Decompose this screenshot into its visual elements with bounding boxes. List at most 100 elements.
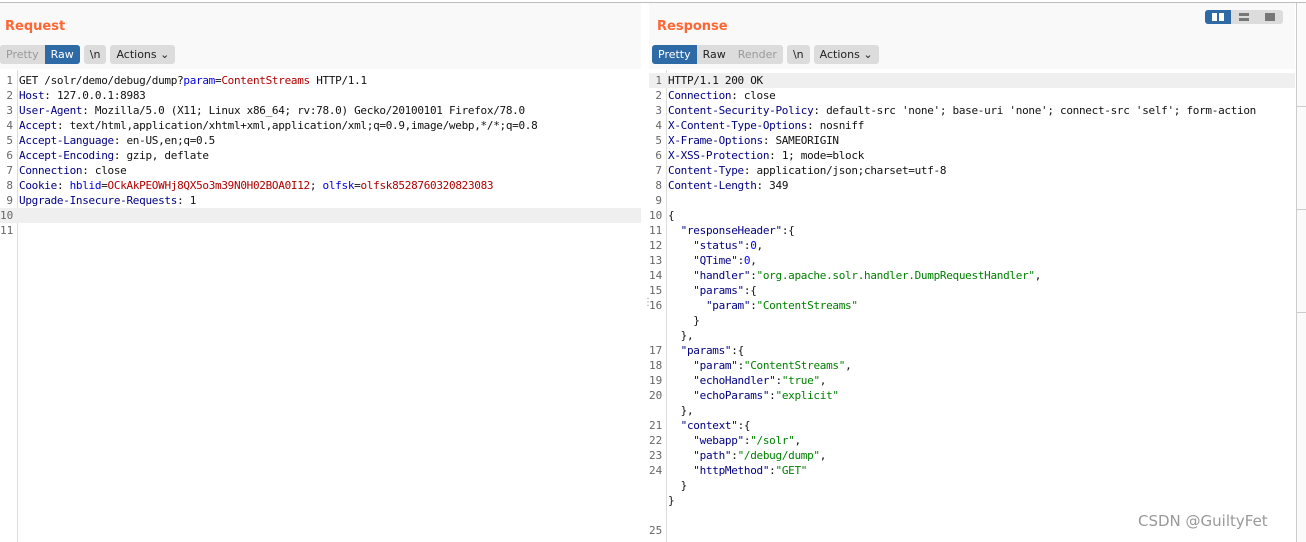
line-number: 23 [649, 449, 663, 462]
token-text: :{ [731, 344, 744, 357]
actions-button[interactable]: Actions ⌄ [110, 45, 176, 64]
token-text: } [668, 314, 700, 327]
token-key: "params" [680, 344, 732, 357]
code-line: 10 { [649, 208, 1295, 223]
token-text: : close [731, 89, 776, 102]
code-line: 6 Accept-Encoding: gzip, deflate [0, 148, 641, 163]
code-line: 5 X-Frame-Options: SAMEORIGIN [649, 133, 1295, 148]
token-pn: param [183, 74, 216, 87]
token-key: "context" [680, 419, 738, 432]
token-text: , [756, 239, 764, 252]
tab-raw[interactable]: Raw [696, 45, 732, 64]
line-content: } [668, 478, 688, 493]
token-key: User-Agent [19, 104, 83, 117]
chevron-down-icon: ⌄ [160, 48, 170, 61]
response-header: Response Pretty Raw Render \n Actions ⌄ [649, 3, 1295, 69]
chevron-down-icon: ⌄ [863, 48, 873, 61]
code-line: } [649, 493, 1295, 508]
actions-label: Actions [116, 48, 157, 61]
line-content: "echoParams":"explicit" [668, 388, 839, 403]
token-key: X-XSS-Protection [668, 149, 770, 162]
token-key: Cookie [19, 179, 57, 192]
token-text: } [668, 494, 675, 507]
token-text: :{ [781, 224, 795, 237]
code-line: 3 User-Agent: Mozilla/5.0 (X11; Linux x86… [0, 103, 641, 118]
side-by-side-icon[interactable] [1205, 10, 1231, 24]
line-content: "webapp":"/solr", [668, 433, 801, 448]
token-key: "webapp" [693, 434, 744, 447]
token-key: Content-Length [668, 179, 757, 192]
token-text: }, [668, 329, 694, 342]
token-text: , [819, 449, 827, 462]
line-number: 5 [6, 134, 13, 147]
line-number: 25 [649, 524, 663, 537]
code-line: 17 "params":{ [649, 343, 1295, 358]
token-text: : 127.0.0.1:8983 [44, 89, 146, 102]
line-content: "httpMethod":"GET" [668, 463, 807, 478]
single-icon[interactable] [1257, 10, 1283, 24]
token-key: "param" [693, 359, 738, 372]
line-content: "params":{ [668, 283, 757, 298]
line-content: Accept-Encoding: gzip, deflate [19, 148, 209, 163]
right-scrollbar[interactable] [1296, 3, 1306, 542]
line-number: 17 [649, 344, 663, 357]
line-number: 12 [649, 239, 663, 252]
token-text: : application/json;charset=utf-8 [743, 164, 947, 177]
code-line: 1 GET /solr/demo/debug/dump?param=Content… [0, 73, 641, 88]
token-text: :{ [737, 419, 751, 432]
token-key: X-Content-Type-Options [668, 119, 808, 132]
line-content: Accept-Language: en-US,en;q=0.5 [19, 133, 215, 148]
token-text: , [819, 374, 827, 387]
token-str: "ContentStreams" [743, 359, 846, 372]
scroll-marker [1297, 312, 1306, 313]
tab-pretty[interactable]: Pretty [0, 45, 45, 64]
line-content: X-Content-Type-Options: nosniff [668, 118, 864, 133]
code-line: 8 Content-Length: 349 [649, 178, 1295, 193]
token-text: , [1034, 269, 1042, 282]
token-key: Accept [19, 119, 57, 132]
tab-raw[interactable]: Raw [44, 45, 80, 64]
stacked-icon[interactable] [1231, 10, 1257, 24]
request-title: Request [5, 19, 66, 34]
line-number: 9 [655, 194, 662, 207]
token-key: Connection [19, 164, 83, 177]
token-text: , [750, 254, 757, 267]
line-number: 7 [6, 164, 13, 177]
line-content: Accept: text/html,application/xhtml+xml,… [19, 118, 538, 133]
newline-toggle-button[interactable]: \n [83, 45, 107, 64]
line-number: 24 [649, 464, 663, 477]
line-number: 2 [655, 89, 662, 102]
newline-toggle-button[interactable]: \n [786, 45, 810, 64]
token-text: : 349 [756, 179, 789, 192]
tab-pretty[interactable]: Pretty [652, 45, 697, 64]
token-key: "responseHeader" [680, 224, 782, 237]
line-content: "param":"ContentStreams", [668, 358, 851, 373]
line-number: 4 [655, 119, 662, 132]
response-editor[interactable]: 1 HTTP/1.1 200 OK 2 Connection: close 3 Conte… [649, 70, 1295, 542]
request-editor[interactable]: 1 GET /solr/demo/debug/dump?param=Content… [0, 70, 641, 542]
line-content: { [668, 208, 675, 223]
code-line: 13 "QTime":0, [649, 253, 1295, 268]
tab-render[interactable]: Render [731, 45, 783, 64]
line-number: 10 [649, 209, 663, 222]
token-key: Content-Security-Policy [668, 104, 814, 117]
line-content: Content-Length: 349 [668, 178, 788, 193]
token-pv: olfsk8528760320823083 [360, 179, 494, 192]
code-line: 21 "context":{ [649, 418, 1295, 433]
line-number: 1 [6, 74, 13, 87]
token-key: "status" [693, 239, 744, 252]
line-number: 3 [655, 104, 662, 117]
request-header: Request Pretty Raw \n Actions ⌄ [0, 3, 641, 69]
panel-resize-handle[interactable]: ⋮ [643, 298, 653, 314]
code-line: 9 [649, 193, 1295, 208]
token-key: Accept-Language [19, 134, 114, 147]
token-str: "explicit" [775, 389, 840, 402]
actions-button[interactable]: Actions ⌄ [813, 45, 879, 64]
